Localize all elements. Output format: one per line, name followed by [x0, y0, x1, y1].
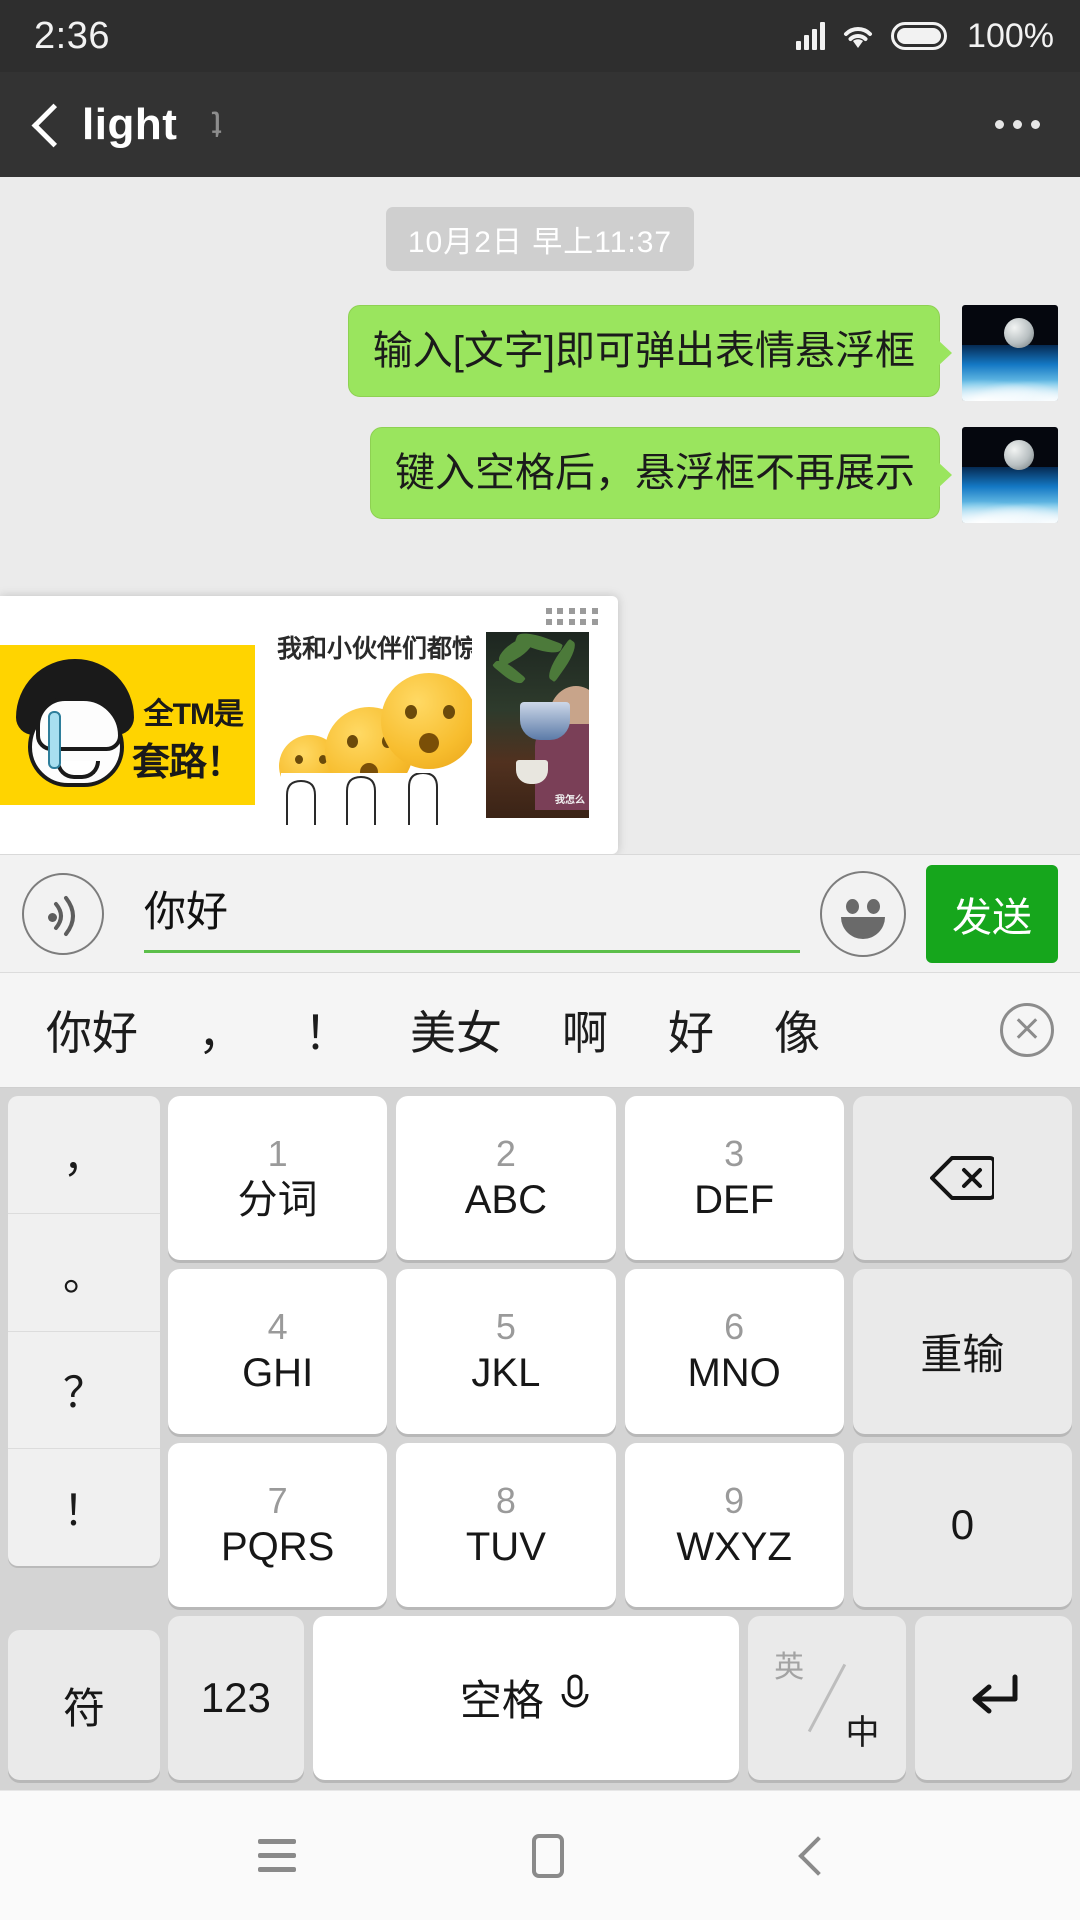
key-period[interactable]: 。 — [8, 1214, 160, 1332]
candidate-item[interactable]: ， — [168, 997, 274, 1063]
input-underline — [144, 949, 800, 953]
key-question[interactable]: ？ — [8, 1332, 160, 1450]
message-row: 键入空格后，悬浮框不再展示 — [0, 427, 1080, 523]
sticker-line-2: 套路！ — [131, 742, 244, 784]
wifi-icon — [841, 23, 875, 49]
avatar[interactable] — [962, 427, 1058, 523]
message-text: 键入空格后，悬浮框不再展示 — [395, 451, 915, 495]
candidate-item[interactable]: 好 — [638, 997, 744, 1063]
keyboard-bottom-row: 123 空格 英 中 — [168, 1615, 1072, 1780]
keyboard-left-column: ， 。 ？ ！ 符 — [8, 1096, 160, 1780]
nav-home-icon[interactable] — [532, 1833, 564, 1878]
phone-screen: 2:36 100% light ʇ 10月2日 早上11:37 输入[文字]即可… — [0, 0, 1080, 1920]
nav-back-icon[interactable] — [800, 1834, 822, 1878]
keyboard-main-grid: 1 分词 2 ABC 3 DEF 4 GHI 5 JKL 6 MNO 重输 7 … — [168, 1096, 1072, 1780]
keyboard: ， 。 ？ ！ 符 1 分词 2 ABC 3 DEF 4 GHI 5 JKL 6… — [0, 1088, 1080, 1790]
key-5[interactable]: 5 JKL — [396, 1269, 616, 1434]
overflow-menu-icon[interactable] — [989, 102, 1046, 147]
battery-full-icon — [891, 22, 948, 50]
status-icons: 100% — [796, 17, 1054, 56]
key-symbols[interactable]: 符 — [8, 1630, 160, 1780]
key-exclamation[interactable]: ！ — [8, 1449, 160, 1566]
key-comma[interactable]: ， — [8, 1096, 160, 1214]
key-backspace[interactable] — [852, 1096, 1072, 1261]
candidate-item[interactable]: ！ — [274, 997, 380, 1063]
keyboard-row: 7 PQRS 8 TUV 9 WXYZ 0 — [168, 1442, 1072, 1607]
key-7[interactable]: 7 PQRS — [168, 1442, 388, 1607]
microphone-icon — [544, 1674, 592, 1721]
date-divider: 10月2日 早上11:37 — [385, 207, 695, 271]
backspace-icon — [930, 1155, 997, 1201]
message-text: 输入[文字]即可弹出表情悬浮框 — [372, 329, 915, 373]
key-numeric-mode[interactable]: 123 — [168, 1615, 304, 1780]
candidate-item[interactable]: 你好 — [46, 997, 168, 1063]
sticker-tea-scene-photo[interactable]: 我怎么 — [486, 632, 589, 818]
sticker-suggestion-panel[interactable]: 全TM是 套路！ 我和小伙伴们都惊呆了！ — [0, 596, 618, 854]
keyboard-row: 4 GHI 5 JKL 6 MNO 重输 — [168, 1269, 1072, 1434]
contact-badge-icon: ʇ — [211, 103, 222, 145]
grid-drag-handle-icon[interactable] — [546, 608, 598, 625]
signal-bars-icon — [796, 22, 826, 50]
key-redo[interactable]: 重输 — [852, 1269, 1072, 1434]
punctuation-stack: ， 。 ？ ！ — [8, 1096, 160, 1566]
sticker-crying-girl-meme[interactable]: 全TM是 套路！ — [0, 645, 255, 805]
voice-input-icon[interactable] — [22, 872, 104, 955]
nav-menu-icon[interactable] — [258, 1839, 296, 1872]
send-button[interactable]: 发送 — [926, 864, 1058, 963]
message-bubble[interactable]: 输入[文字]即可弹出表情悬浮框 — [347, 305, 953, 397]
message-input-wrapper[interactable] — [124, 873, 800, 955]
date-divider-row: 10月2日 早上11:37 — [0, 207, 1080, 271]
close-candidates-icon[interactable] — [1000, 1003, 1054, 1057]
back-chevron-icon[interactable] — [34, 105, 56, 145]
key-space[interactable]: 空格 — [312, 1615, 740, 1780]
status-time: 2:36 — [34, 14, 110, 57]
key-6[interactable]: 6 MNO — [624, 1269, 844, 1434]
candidate-item[interactable]: 美女 — [380, 997, 532, 1063]
keyboard-row: 1 分词 2 ABC 3 DEF — [168, 1096, 1072, 1261]
candidate-item[interactable]: 像 — [744, 997, 850, 1063]
sticker-line-1: 全TM是 — [143, 698, 244, 731]
candidate-item[interactable]: 啊 — [532, 997, 638, 1063]
key-1[interactable]: 1 分词 — [168, 1096, 388, 1261]
system-navigation-bar — [0, 1790, 1080, 1920]
candidate-bar: 你好 ， ！ 美女 啊 好 像 — [0, 972, 1080, 1088]
sticker-shocked-emoji-group[interactable]: 我和小伙伴们都惊呆了！ — [277, 625, 472, 825]
key-2[interactable]: 2 ABC — [396, 1096, 616, 1261]
key-3[interactable]: 3 DEF — [624, 1096, 844, 1261]
key-9[interactable]: 9 WXYZ — [624, 1442, 844, 1607]
message-input[interactable] — [124, 884, 800, 943]
key-8[interactable]: 8 TUV — [396, 1442, 616, 1607]
message-bubble[interactable]: 键入空格后，悬浮框不再展示 — [370, 427, 952, 519]
message-row: 输入[文字]即可弹出表情悬浮框 — [0, 305, 1080, 401]
key-4[interactable]: 4 GHI — [168, 1269, 388, 1434]
sticker-caption: 我和小伙伴们都惊呆了！ — [277, 635, 472, 663]
emoji-face-icon[interactable] — [820, 870, 906, 957]
sticker-caption: 我怎么 — [555, 795, 585, 806]
key-enter[interactable] — [914, 1615, 1072, 1780]
header-left-group: light ʇ — [34, 100, 221, 150]
enter-return-icon — [965, 1671, 1021, 1724]
battery-percent: 100% — [967, 16, 1054, 55]
status-bar: 2:36 100% — [0, 0, 1080, 72]
message-input-bar: 发送 — [0, 854, 1080, 972]
avatar[interactable] — [962, 305, 1058, 401]
chat-message-list[interactable]: 10月2日 早上11:37 输入[文字]即可弹出表情悬浮框 键入空格后，悬浮框不… — [0, 177, 1080, 854]
key-0[interactable]: 0 — [852, 1442, 1072, 1607]
chat-header: light ʇ — [0, 72, 1080, 177]
key-language-toggle[interactable]: 英 中 — [748, 1615, 906, 1780]
page-title: light — [82, 99, 178, 149]
